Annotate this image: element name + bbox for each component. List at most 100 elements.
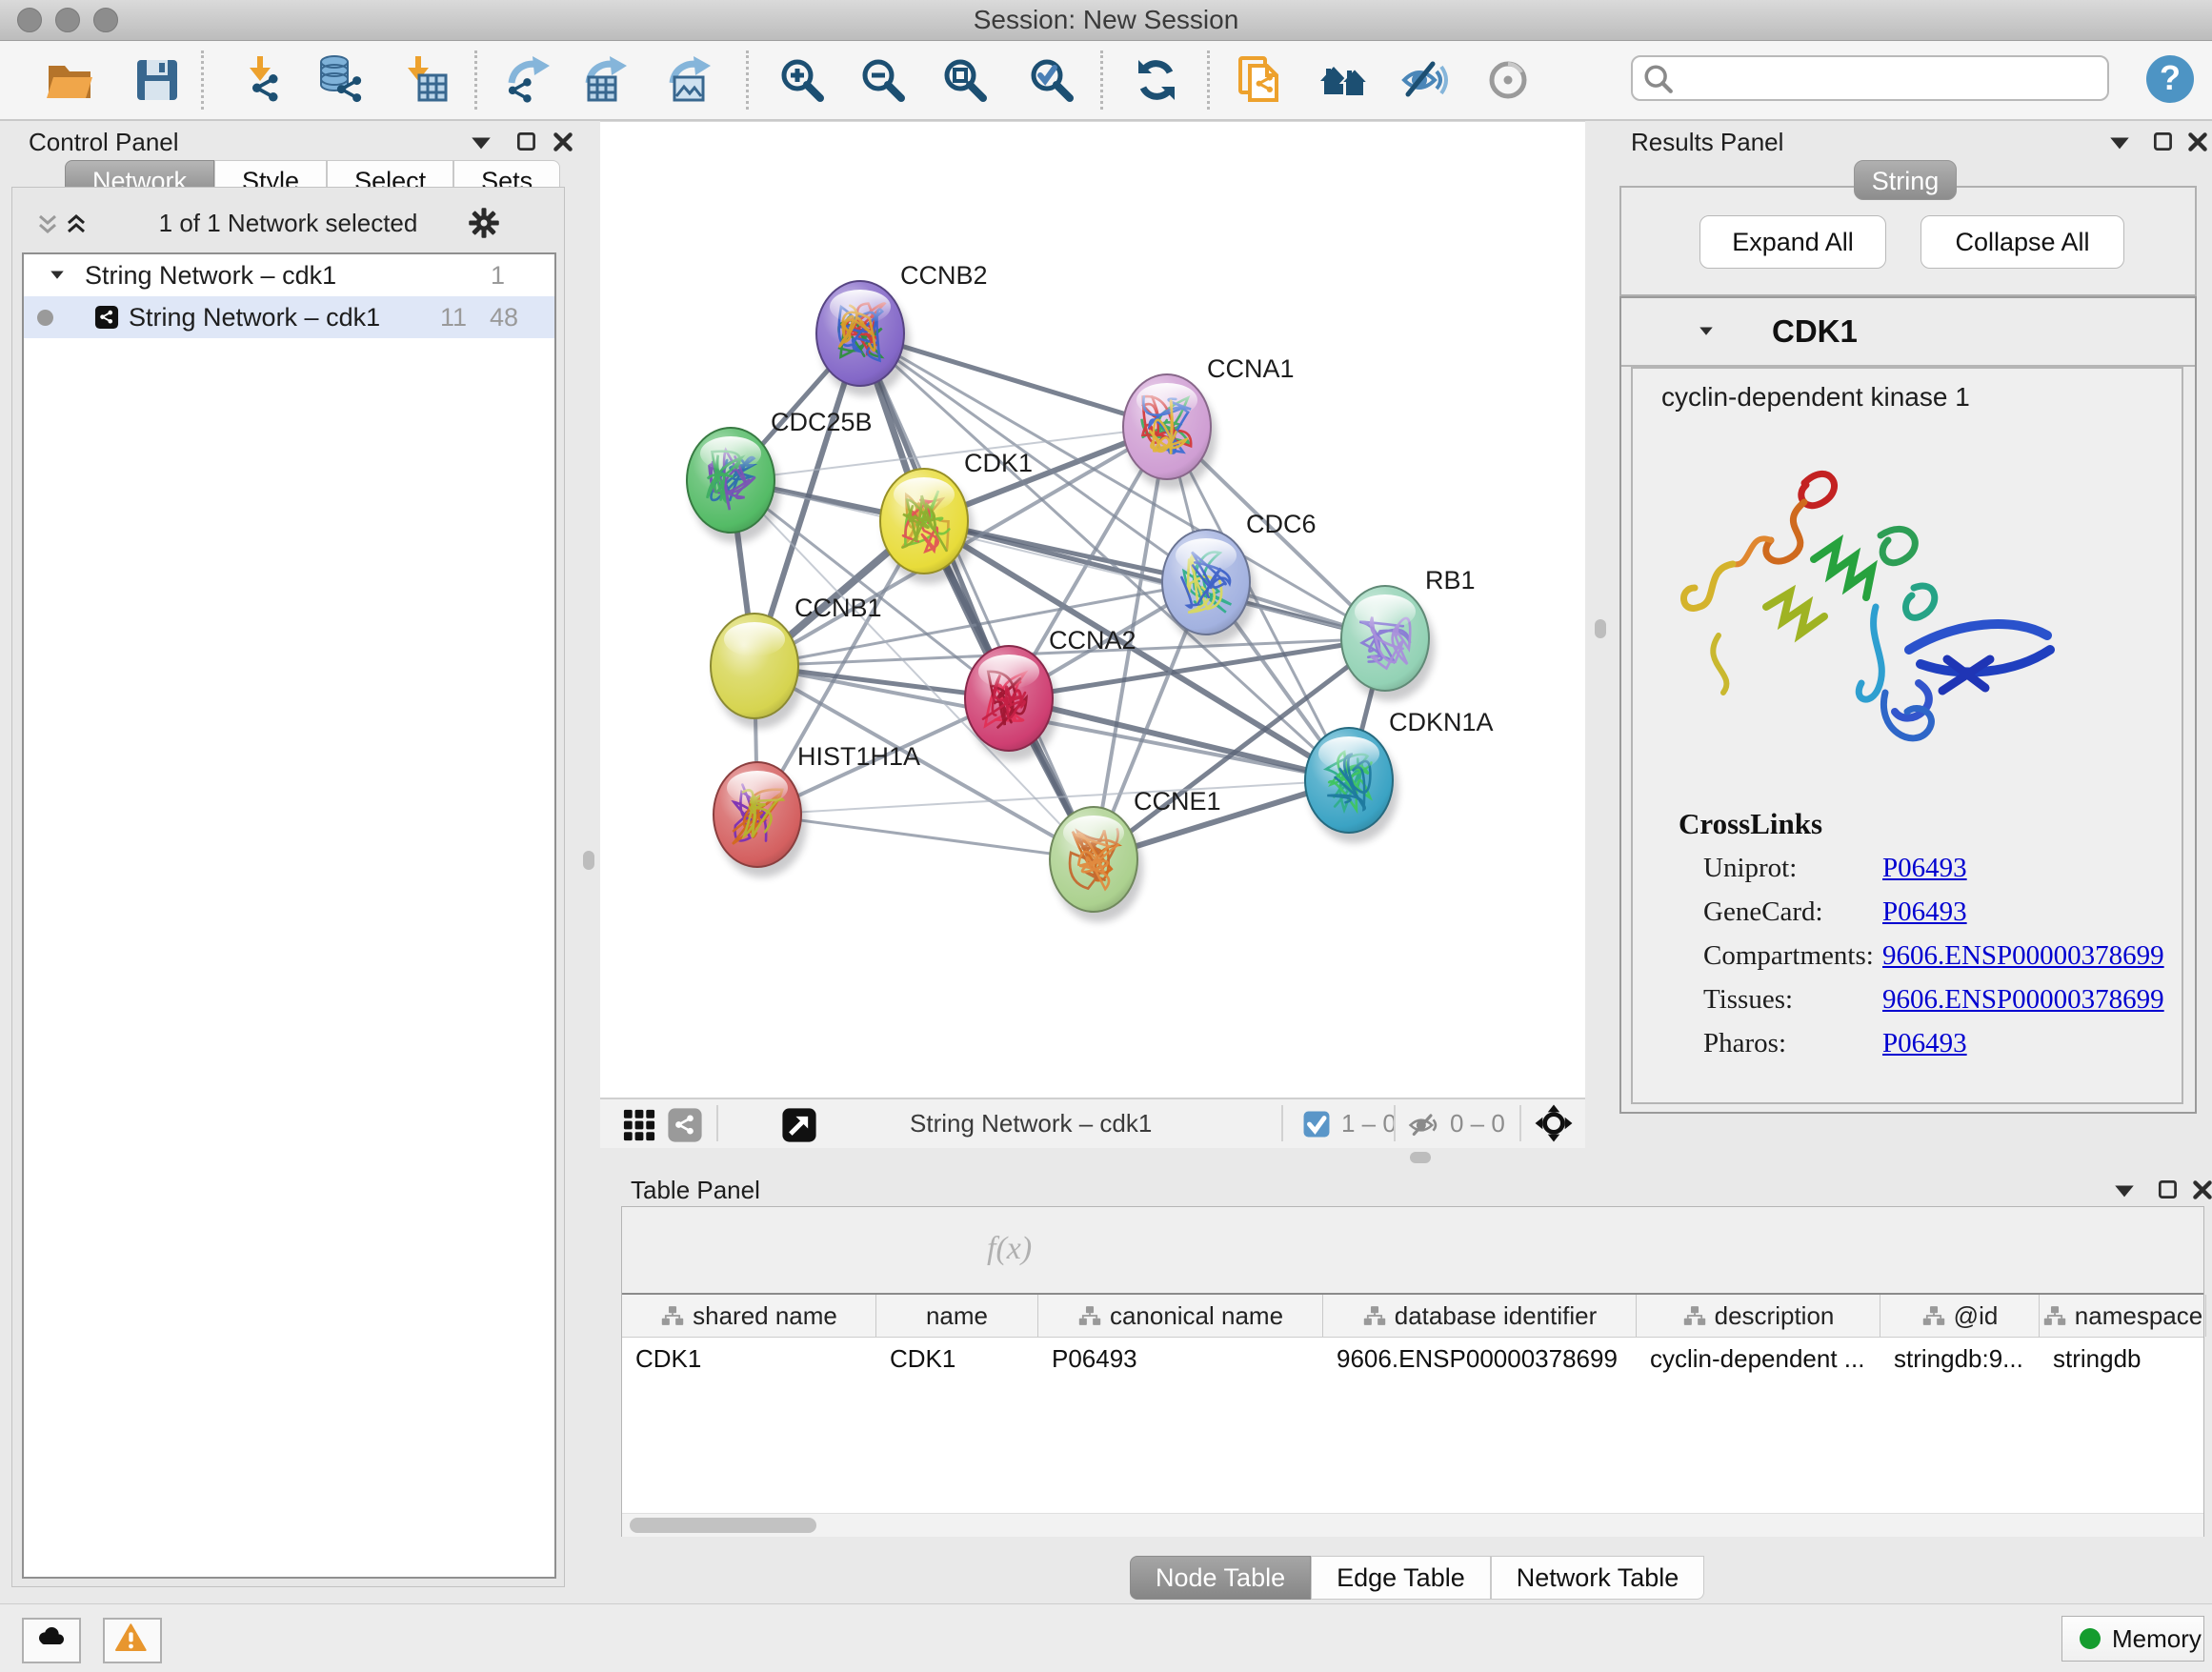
collapse-triangle-icon[interactable] [1696, 323, 1717, 340]
warning-icon [113, 1622, 150, 1656]
network-edge[interactable] [860, 333, 1094, 859]
network-node-CCNE1[interactable]: CCNE1 [1050, 787, 1221, 922]
network-node-CDC6[interactable]: CDC6 [1162, 510, 1317, 645]
tab-edge-table[interactable]: Edge Table [1311, 1556, 1491, 1600]
network-node-RB1[interactable]: RB1 [1341, 566, 1476, 701]
table-cell: CDK1 [622, 1338, 876, 1380]
hidden-nodes-edges-count: 0 – 0 [1450, 1099, 1505, 1148]
toolbar-separator [201, 50, 204, 110]
column-header--id[interactable]: @id [1880, 1295, 2040, 1337]
control-panel-float-icon[interactable] [514, 130, 539, 154]
crosslink-label: Tissues: [1703, 977, 1882, 1021]
memory-button[interactable]: Memory [2061, 1616, 2204, 1662]
network-tree-row[interactable]: String Network – cdk1 1 [24, 254, 554, 296]
shared-column-icon [1682, 1304, 1707, 1327]
export-image-icon[interactable] [665, 54, 716, 106]
column-header-description[interactable]: description [1637, 1295, 1880, 1337]
fit-selected-crosshair-icon[interactable] [1534, 1103, 1574, 1143]
network-node-CCNA2[interactable]: CCNA2 [965, 626, 1136, 761]
network-view-title: String Network – cdk1 [910, 1099, 1152, 1148]
crosslink-link[interactable]: P06493 [1882, 1028, 1967, 1058]
open-session-icon[interactable] [45, 54, 96, 106]
network-edge[interactable] [757, 815, 1094, 859]
first-neighbors-icon[interactable] [1235, 54, 1286, 106]
show-columns-icon[interactable] [707, 1228, 749, 1270]
table-panel-close-icon[interactable] [2190, 1178, 2212, 1202]
tab-node-table[interactable]: Node Table [1130, 1556, 1311, 1600]
zoom-out-icon[interactable] [857, 54, 909, 106]
network-options-gear-icon[interactable] [468, 207, 500, 239]
right-splitter-handle[interactable] [1595, 619, 1606, 638]
eye-gray-icon[interactable] [1482, 54, 1534, 106]
network-node-CCNB2[interactable]: CCNB2 [816, 261, 988, 396]
selected-checkbox-icon[interactable] [1303, 1111, 1330, 1138]
search-input[interactable] [1631, 55, 2109, 101]
import-network-icon[interactable] [236, 54, 288, 106]
network-node-CDC25B[interactable]: CDC25B [687, 408, 873, 543]
scrollbar-thumb[interactable] [630, 1518, 816, 1533]
crosslinks-heading: CrossLinks [1679, 802, 2182, 846]
grid-view-icon[interactable] [621, 1107, 657, 1143]
node-label-CCNB2: CCNB2 [900, 261, 988, 290]
zoom-in-icon[interactable] [776, 54, 828, 106]
string-network-icon [94, 305, 119, 330]
results-panel-close-icon[interactable] [2185, 130, 2210, 154]
export-network-icon[interactable] [504, 54, 555, 106]
column-header-label: name [926, 1301, 988, 1331]
protein-card-header[interactable]: CDK1 [1621, 298, 2195, 367]
crosslink-link[interactable]: P06493 [1882, 896, 1967, 927]
column-header-label: shared name [693, 1301, 837, 1331]
crosslink-link[interactable]: P06493 [1882, 853, 1967, 883]
results-panel-menu-icon[interactable] [2107, 131, 2132, 156]
network-node-CDKN1A[interactable]: CDKN1A [1305, 708, 1494, 843]
eye-wave-icon[interactable] [1400, 54, 1452, 106]
expand-all-button[interactable]: Expand All [1699, 215, 1886, 269]
table-gear-icon[interactable] [641, 1228, 683, 1270]
hidden-eye-slash-icon[interactable] [1408, 1109, 1440, 1141]
column-header-name[interactable]: name [876, 1295, 1038, 1337]
add-column-icon[interactable] [782, 1228, 824, 1270]
crosslink-link[interactable]: 9606.ENSP00000378699 [1882, 984, 2164, 1015]
delete-columns-icon[interactable] [851, 1228, 893, 1270]
collapse-all-button[interactable]: Collapse All [1920, 215, 2124, 269]
network-node-HIST1H1A[interactable]: HIST1H1A [714, 742, 920, 877]
node-label-CCNA1: CCNA1 [1207, 354, 1295, 383]
selected-nodes-edges-count: 1 – 0 [1341, 1099, 1397, 1148]
tab-network-table[interactable]: Network Table [1491, 1556, 1705, 1600]
toolbar-separator [474, 50, 477, 110]
export-table-icon[interactable] [581, 54, 633, 106]
crosslink-link[interactable]: 9606.ENSP00000378699 [1882, 940, 2164, 971]
network-tree-row[interactable]: String Network – cdk1 11 48 [24, 296, 554, 338]
cloud-button[interactable] [22, 1618, 81, 1663]
zoom-selected-icon[interactable] [1026, 54, 1077, 106]
column-header-namespace[interactable]: namespace [2040, 1295, 2206, 1337]
protein-description: cyclin-dependent kinase 1 [1661, 382, 1970, 413]
column-header-canonical-name[interactable]: canonical name [1038, 1295, 1323, 1337]
tab-string[interactable]: String [1854, 160, 1957, 200]
table-row[interactable]: CDK1CDK1P064939606.ENSP00000378699cyclin… [622, 1338, 2203, 1380]
table-panel-float-icon[interactable] [2156, 1178, 2181, 1202]
control-panel-menu-icon[interactable] [469, 131, 493, 156]
left-splitter-handle[interactable] [583, 851, 594, 870]
warnings-button[interactable] [103, 1618, 162, 1663]
refresh-icon[interactable] [1131, 54, 1182, 106]
table-panel-menu-icon[interactable] [2112, 1179, 2137, 1204]
node-table-header: shared name name canonical namedatabase id… [622, 1295, 2203, 1338]
results-panel: Results Panel String Expand All Collapse… [1619, 122, 2212, 1147]
tree-expand-triangle-icon[interactable] [47, 267, 68, 284]
homes-icon[interactable] [1318, 54, 1370, 106]
node-count: 11 [410, 296, 467, 338]
column-header-shared-name[interactable]: shared name [622, 1295, 876, 1337]
results-panel-float-icon[interactable] [2151, 130, 2176, 154]
column-header-database-identifier[interactable]: database identifier [1323, 1295, 1637, 1337]
save-session-icon[interactable] [131, 54, 183, 106]
help-button[interactable]: ? [2144, 53, 2196, 105]
import-database-icon[interactable] [315, 54, 367, 106]
control-panel-close-icon[interactable] [551, 130, 575, 154]
zoom-fit-icon[interactable] [939, 54, 991, 106]
bottom-splitter-handle[interactable] [1410, 1152, 1431, 1163]
import-table-icon[interactable] [400, 54, 452, 106]
network-canvas[interactable]: CCNB2 CCNA1 CDC25B CDK1 CDC6 [600, 121, 1585, 1098]
birdseye-view-icon[interactable] [781, 1107, 817, 1143]
table-cell: CDK1 [876, 1338, 1038, 1380]
